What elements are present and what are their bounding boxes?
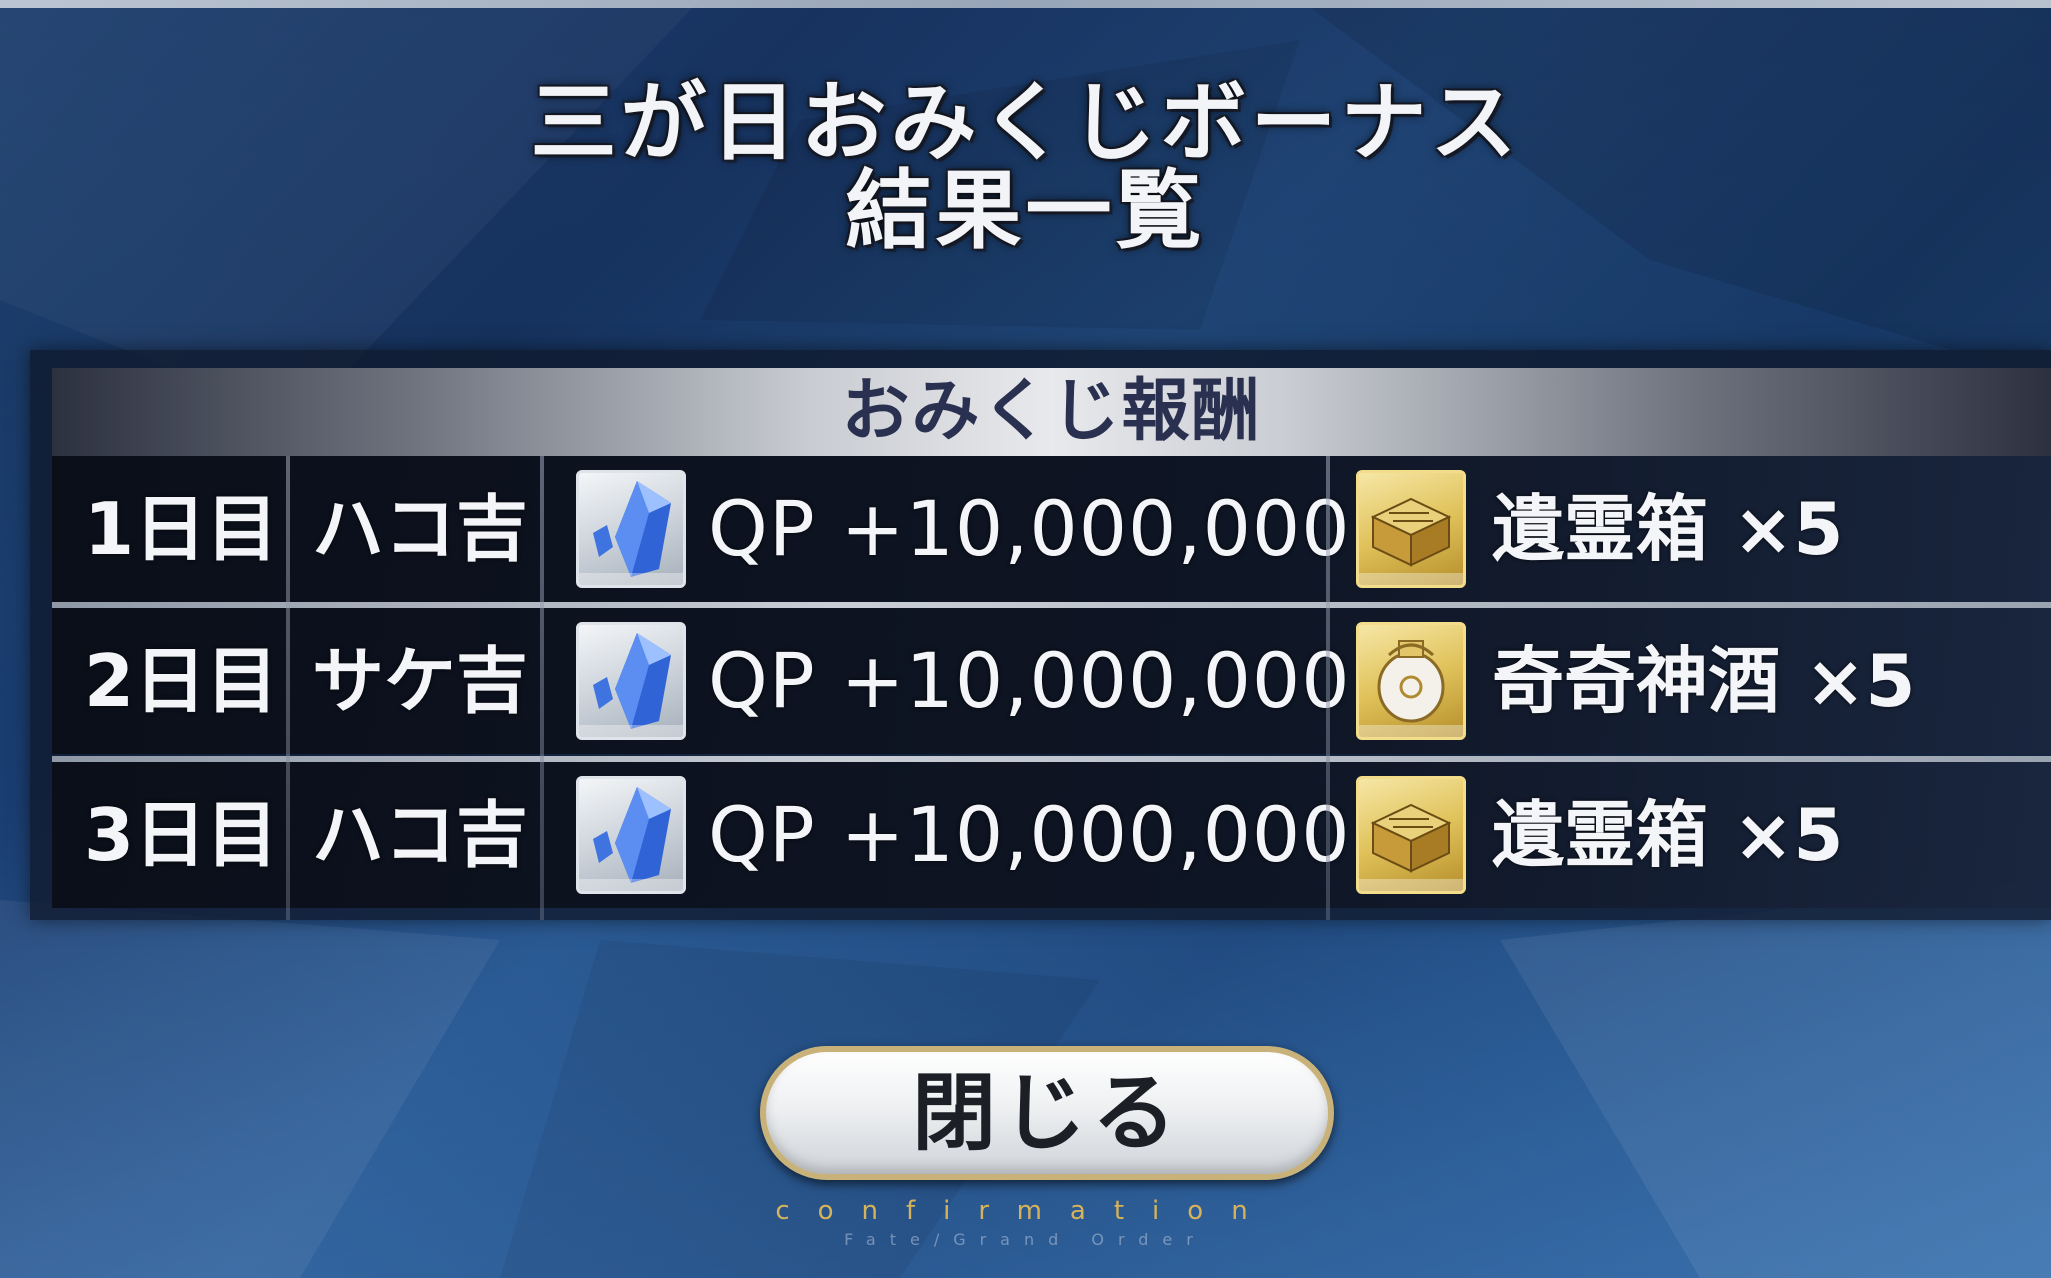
fortune-label: ハコ吉 (312, 487, 529, 571)
qp-reward-text: QP +10,000,000 (708, 636, 1351, 725)
qp-reward-text: QP +10,000,000 (708, 484, 1351, 573)
column-divider (540, 456, 544, 920)
blue-crystal-qp-icon (576, 470, 686, 588)
day-label: 1日目 (84, 487, 279, 571)
table-row: 1日目 ハコ吉 QP +10,000,000 遺霊箱 ×5 (52, 456, 2051, 602)
gold-chest-icon (1356, 470, 1466, 588)
item-reward-text: 遺霊箱 ×5 (1492, 793, 1844, 877)
close-button-label: 閉じる (911, 1064, 1182, 1162)
day-label: 2日目 (84, 639, 279, 723)
icon-footer (1359, 725, 1463, 737)
close-button[interactable]: 閉じる (760, 1046, 1334, 1180)
column-divider (286, 456, 290, 920)
qp-reward-text: QP +10,000,000 (708, 790, 1351, 879)
item-reward-text: 奇奇神酒 ×5 (1492, 639, 1916, 723)
day-label: 3日目 (84, 793, 279, 877)
table-row: 2日目 サケ吉 QP +10,000,000 奇奇神酒 ×5 (52, 608, 2051, 754)
fortune-label: ハコ吉 (312, 793, 529, 877)
fortune-label: サケ吉 (312, 639, 529, 723)
column-divider (1326, 456, 1330, 920)
icon-footer (579, 725, 683, 737)
confirmation-caption: confirmation (775, 1196, 1276, 1226)
top-edge-border (0, 0, 2051, 8)
icon-footer (579, 879, 683, 891)
brand-caption: Fate/Grand Order (844, 1230, 1207, 1249)
item-reward-text: 遺霊箱 ×5 (1492, 487, 1844, 571)
rewards-header-label: おみくじ報酬 (841, 372, 1262, 451)
icon-footer (579, 573, 683, 585)
sake-vase-icon (1356, 622, 1466, 740)
icon-footer (1359, 879, 1463, 891)
blue-crystal-qp-icon (576, 622, 686, 740)
icon-footer (1359, 573, 1463, 585)
page-subtitle: 結果一覧 (845, 161, 1206, 261)
table-row: 3日目 ハコ吉 QP +10,000,000 遺霊箱 ×5 (52, 762, 2051, 908)
gold-chest-icon (1356, 776, 1466, 894)
blue-crystal-qp-icon (576, 776, 686, 894)
